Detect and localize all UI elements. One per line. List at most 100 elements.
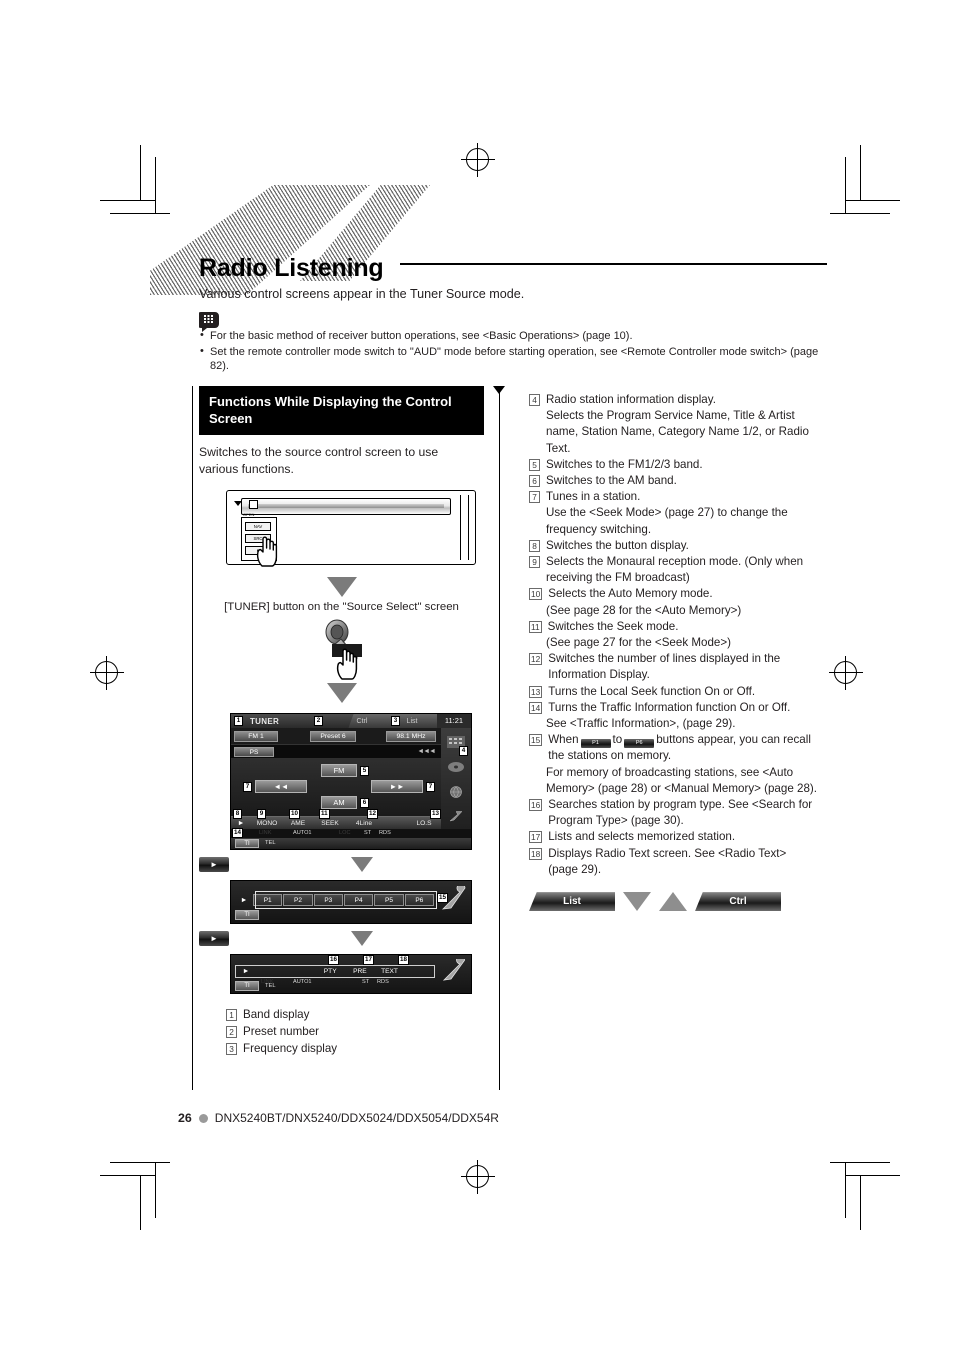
item-text-before: When: [548, 733, 579, 747]
radio-station-information-display[interactable]: PS ◄◄◄: [231, 744, 471, 758]
callout-10: 10: [289, 809, 301, 819]
registration-mark-right: [829, 656, 863, 690]
pointing-hand-icon: [253, 533, 283, 567]
item-number: 9: [529, 556, 540, 569]
button-display-toggle[interactable]: ►: [236, 968, 256, 975]
mono-button[interactable]: MONO: [251, 820, 283, 827]
callout-7a: 7: [243, 782, 252, 792]
fm-band-button[interactable]: FM: [321, 764, 357, 777]
list-ctrl-tab-row: List Ctrl: [529, 892, 819, 912]
item-text: Selects the Auto Memory mode.: [548, 587, 713, 601]
item-subtext: For memory of broadcasting stations, see…: [546, 765, 817, 795]
registration-mark-bottom: [461, 1160, 495, 1194]
traffic-information-button[interactable]: TI: [235, 981, 259, 991]
dim-labels: · · · · ·: [297, 840, 358, 846]
list-item: 8 Switches the button display.: [529, 538, 819, 554]
legend-label: Preset number: [243, 1025, 320, 1038]
legend-item-1: 1 Band display: [226, 1007, 484, 1023]
tel-label: TEL: [265, 840, 276, 846]
callout-7b: 7: [426, 782, 435, 792]
frequency-display: 98.1 MHz: [386, 730, 436, 742]
callout-15: 15: [437, 893, 449, 903]
item-number: 5: [529, 458, 540, 471]
control-screen-ti-row: TI TEL · · · · ·: [231, 838, 471, 849]
legend-label: Frequency display: [243, 1042, 338, 1055]
callout-14: 14: [232, 828, 244, 838]
list-item: 6 Switches to the AM band.: [529, 473, 819, 489]
item-text: Selects the Monaural reception mode. (On…: [546, 555, 804, 585]
callout-12: 12: [367, 809, 379, 819]
legend-list: 1 Band display 2 Preset number 3 Frequen…: [226, 1007, 484, 1057]
text-button[interactable]: TEXT: [375, 968, 405, 975]
traffic-information-button[interactable]: TI: [235, 910, 259, 920]
callout-17: 17: [363, 955, 375, 965]
button-display-toggle[interactable]: ►: [231, 820, 251, 827]
disc-slot: [248, 504, 444, 508]
pre-button[interactable]: PRE: [345, 968, 375, 975]
crop-mark-top-left: [100, 145, 190, 215]
ps-name-chip: PS: [234, 746, 274, 757]
page-title: Radio Listening: [199, 253, 384, 282]
faceplate-top-bar: [241, 498, 451, 515]
callout-6: 6: [360, 798, 369, 808]
callout-13: 13: [430, 809, 442, 819]
pty-button[interactable]: PTY: [315, 968, 345, 975]
disc-icon[interactable]: [447, 760, 465, 772]
line-button[interactable]: 4Line: [347, 820, 381, 827]
ctrl-tab-button[interactable]: Ctrl: [695, 892, 781, 912]
local-seek-button[interactable]: LO.S: [407, 820, 441, 827]
am-band-button[interactable]: AM: [321, 796, 357, 809]
button-display-toggle-illustration: ►: [199, 857, 229, 872]
callout-5: 5: [360, 766, 369, 776]
control-screen-info-row: FM 1 Preset 6 98.1 MHz: [231, 728, 471, 744]
legend-number: 1: [226, 1009, 237, 1021]
item-subtext: Selects the Program Service Name, Title …: [546, 409, 809, 455]
note-bullet-1: For the basic method of receiver button …: [199, 328, 829, 344]
globe-icon[interactable]: [447, 785, 465, 798]
item-number: 18: [529, 847, 543, 860]
faceplate-right-edge: [460, 495, 469, 560]
list-item: 5 Switches to the FM1/2/3 band.: [529, 457, 819, 473]
list-tab-button[interactable]: List: [529, 892, 615, 912]
nav-button[interactable]: NAV: [245, 522, 271, 531]
traffic-information-button[interactable]: TI: [235, 839, 259, 848]
ame-button[interactable]: AME: [283, 820, 313, 827]
item-subtext: See <Traffic Information>, (page 29).: [546, 717, 736, 731]
item-text-middle: to: [612, 733, 623, 747]
wrench-icon[interactable]: [447, 809, 465, 822]
flow-arrow-down-icon-3: [350, 857, 373, 872]
section-heading: Functions While Displaying the Control S…: [199, 386, 484, 435]
preset-buttons-screen: ► P1 P2 P3 P4 P5 P6 TI 15: [230, 880, 472, 924]
button-display-toggle-illustration-2: ►: [199, 931, 229, 946]
receiver-unit-illustration: OPEN NAV SRC ■: [226, 490, 476, 567]
callout-3: 3: [391, 716, 400, 726]
item-number: 14: [529, 701, 543, 714]
right-column: 4 Radio station information display. Sele…: [529, 392, 819, 912]
callout-2: 2: [314, 716, 323, 726]
tune-down-button[interactable]: ◄◄: [255, 780, 307, 793]
band-display: FM 1: [234, 730, 278, 742]
control-screen-status-row: LINK AUTO1 LOC ST RDS: [231, 829, 471, 838]
seek-button[interactable]: SEEK: [313, 820, 347, 827]
control-screen-body: FM AM ◄◄ ►►: [231, 758, 471, 816]
list-item: 4 Radio station information display.: [529, 392, 819, 408]
tune-up-button[interactable]: ►►: [371, 780, 423, 793]
keypad-icon[interactable]: [447, 735, 465, 748]
transition-row-2: ►: [199, 931, 484, 946]
item-text: Tunes in a station.: [546, 490, 641, 504]
eject-button[interactable]: [249, 500, 258, 509]
note-bullets: For the basic method of receiver button …: [199, 328, 829, 375]
item-number: 7: [529, 491, 540, 504]
tuner-button-caption: [TUNER] button on the "Source Select" sc…: [224, 601, 459, 613]
status-st: ST: [364, 830, 372, 836]
note-bullet-2: Set the remote controller mode switch to…: [199, 344, 829, 374]
legend-number: 3: [226, 1043, 237, 1055]
button-display-toggle[interactable]: ►: [235, 897, 253, 904]
item-text: Displays Radio Text screen. See <Radio T…: [548, 846, 787, 876]
item-text: Switches the number of lines displayed i…: [548, 652, 781, 682]
item-text: Switches to the AM band.: [546, 474, 677, 488]
list-item: 18 Displays Radio Text screen. See <Radio…: [529, 846, 819, 878]
page-number: 26: [178, 1111, 192, 1125]
status-rds: RDS: [377, 979, 389, 985]
tab-ctrl[interactable]: Ctrl: [337, 718, 387, 725]
